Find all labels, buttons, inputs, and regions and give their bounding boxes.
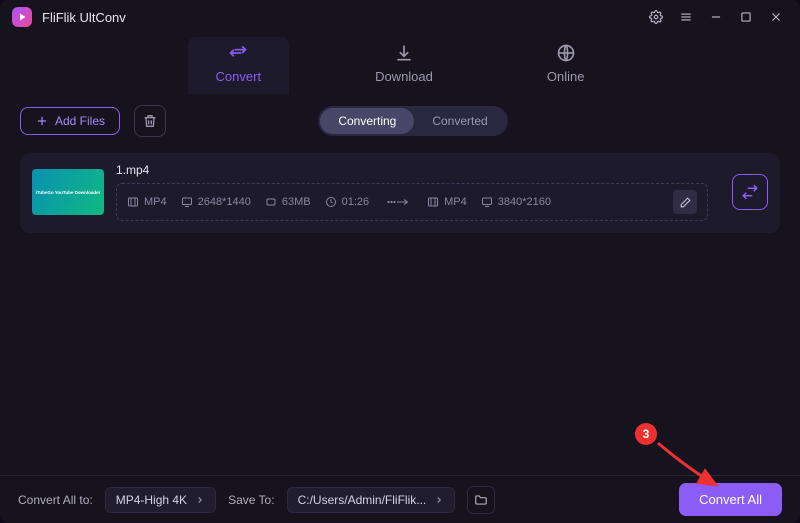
monitor-icon	[481, 196, 493, 208]
file-thumbnail[interactable]: iTubeGo YouTube Downloader	[32, 169, 104, 215]
save-path-value: C:/Users/Admin/FliFlik...	[298, 493, 427, 507]
minimize-icon	[709, 10, 723, 24]
hamburger-icon	[679, 10, 693, 24]
film-icon	[127, 196, 139, 208]
tab-convert[interactable]: Convert	[188, 37, 290, 94]
status-segment: Converting Converted	[318, 106, 507, 136]
arrow-divider	[387, 195, 409, 209]
src-size: 63MB	[265, 196, 311, 208]
output-profile-select[interactable]: MP4-High 4K	[105, 487, 216, 513]
monitor-icon	[181, 196, 193, 208]
convert-all-button[interactable]: Convert All	[679, 483, 782, 516]
edit-output-button[interactable]	[673, 190, 697, 214]
add-files-button[interactable]: Add Files	[20, 107, 120, 135]
storage-icon	[265, 196, 277, 208]
swap-icon	[741, 183, 759, 201]
gear-icon	[649, 10, 663, 24]
minimize-button[interactable]	[704, 5, 728, 29]
add-files-label: Add Files	[55, 114, 105, 128]
tab-download[interactable]: Download	[347, 37, 461, 94]
folder-icon	[474, 493, 488, 507]
open-folder-button[interactable]	[467, 486, 495, 514]
menu-button[interactable]	[674, 5, 698, 29]
arrow-right-icon	[387, 195, 409, 209]
file-name: 1.mp4	[116, 163, 708, 177]
app-title: FliFlik UltConv	[42, 10, 126, 25]
clock-icon	[325, 196, 337, 208]
chevron-right-icon	[434, 495, 444, 505]
app-logo	[12, 7, 32, 27]
tab-label: Convert	[216, 69, 262, 84]
film-icon	[427, 196, 439, 208]
close-button[interactable]	[764, 5, 788, 29]
convert-all-to-label: Convert All to:	[18, 493, 93, 507]
maximize-button[interactable]	[734, 5, 758, 29]
dst-resolution: 3840*2160	[481, 196, 551, 208]
save-path-select[interactable]: C:/Users/Admin/FliFlik...	[287, 487, 456, 513]
close-icon	[769, 10, 783, 24]
download-icon	[394, 43, 414, 63]
plus-icon	[35, 114, 49, 128]
edit-icon	[679, 196, 692, 209]
main-tabs: Convert Download Online	[0, 34, 800, 94]
src-format: MP4	[127, 196, 167, 208]
thumbnail-label: iTubeGo YouTube Downloader	[36, 190, 101, 195]
delete-button[interactable]	[134, 105, 166, 137]
settings-button[interactable]	[644, 5, 668, 29]
segment-converted[interactable]: Converted	[414, 108, 505, 134]
segment-converting[interactable]: Converting	[320, 108, 414, 134]
maximize-icon	[739, 10, 753, 24]
tab-online[interactable]: Online	[519, 37, 613, 94]
trash-icon	[142, 113, 158, 129]
swap-arrows-icon	[228, 43, 248, 63]
src-resolution: 2648*1440	[181, 196, 251, 208]
file-meta-row: MP4 2648*1440 63MB 01:26	[116, 183, 708, 221]
dst-format: MP4	[427, 196, 467, 208]
save-to-label: Save To:	[228, 493, 274, 507]
tab-label: Online	[547, 69, 585, 84]
chevron-right-icon	[195, 495, 205, 505]
tab-label: Download	[375, 69, 433, 84]
convert-item-button[interactable]	[732, 174, 768, 210]
file-card: iTubeGo YouTube Downloader 1.mp4 MP4 264…	[20, 153, 780, 233]
src-duration: 01:26	[325, 196, 370, 208]
globe-icon	[556, 43, 576, 63]
output-profile-value: MP4-High 4K	[116, 493, 187, 507]
